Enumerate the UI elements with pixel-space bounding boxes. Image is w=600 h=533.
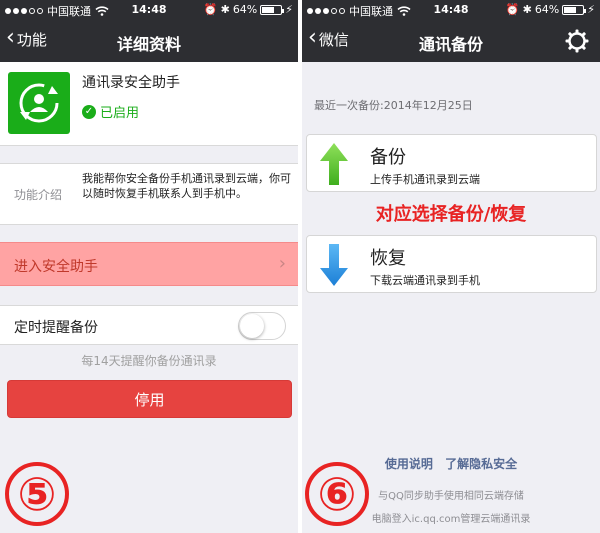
app-header: 通讯录安全助手 ✓ 已启用 <box>0 62 298 146</box>
status-bar: 中国联通 14:48 ⏰ ✱ 64% ⚡ <box>0 0 298 20</box>
arrow-down-icon <box>320 244 348 286</box>
last-backup-date: 最近一次备份:2014年12月25日 <box>314 99 473 112</box>
restore-button[interactable]: 恢复 下载云端通讯录到手机 <box>306 235 597 293</box>
battery-icon <box>562 4 587 15</box>
annotation-text: 对应选择备份/恢复 <box>375 204 527 225</box>
privacy-link[interactable]: 了解隐私安全 <box>445 457 517 471</box>
reminder-toggle[interactable] <box>238 312 286 340</box>
backup-button[interactable]: 备份 上传手机通讯录到云端 <box>306 134 597 192</box>
usage-link[interactable]: 使用说明 <box>385 457 433 471</box>
charging-icon: ⚡ <box>587 3 595 16</box>
battery-percent: 64% <box>534 3 560 16</box>
intro-section: 功能介绍 我能帮你安全备份手机通讯录到云端，你可以随时恢复手机联系人到手机中。 <box>0 163 298 225</box>
page-title: 通讯备份 <box>418 35 483 54</box>
status-badge: ✓ 已启用 <box>82 102 139 121</box>
contacts-sync-icon <box>8 72 70 134</box>
backup-screen: 中国联通 14:48 ⏰ ✱ 64% ⚡ ‹ 微信 通讯备份 最近一次备份:20… <box>302 0 600 533</box>
restore-subtitle: 下载云端通讯录到手机 <box>370 274 480 287</box>
step-number: ⑤ <box>5 462 69 526</box>
nav-bar: ‹ 微信 通讯备份 <box>302 20 600 62</box>
alarm-icon: ⏰ <box>505 3 520 16</box>
intro-text: 我能帮你安全备份手机通讯录到云端，你可以随时恢复手机联系人到手机中。 <box>82 172 291 200</box>
restore-title: 恢复 <box>370 248 406 269</box>
enter-assistant-label: 进入安全助手 <box>14 259 98 275</box>
nav-bar: ‹ 功能 详细资料 <box>0 20 298 62</box>
charging-icon: ⚡ <box>285 3 293 16</box>
detail-screen: 中国联通 14:48 ⏰ ✱ 64% ⚡ ‹ 功能 详细资料 通讯录安全助手 ✓… <box>0 0 298 533</box>
bluetooth-icon: ✱ <box>220 3 230 16</box>
status-bar: 中国联通 14:48 ⏰ ✱ 64% ⚡ <box>302 0 600 20</box>
alarm-icon: ⏰ <box>203 3 218 16</box>
enter-assistant-row[interactable]: 进入安全助手 › <box>0 242 298 286</box>
check-icon: ✓ <box>82 104 96 119</box>
chevron-right-icon: › <box>278 253 286 274</box>
status-text: 已启用 <box>100 106 140 121</box>
step-number: ⑥ <box>305 462 369 526</box>
battery-percent: 64% <box>232 3 258 16</box>
scheduled-reminder-row: 定时提醒备份 <box>0 305 298 345</box>
page-title: 详细资料 <box>116 35 181 54</box>
backup-title: 备份 <box>370 147 406 168</box>
arrow-up-icon <box>320 143 348 185</box>
battery-icon <box>260 4 285 15</box>
bluetooth-icon: ✱ <box>522 3 532 16</box>
backup-subtitle: 上传手机通讯录到云端 <box>370 173 480 186</box>
disable-button[interactable]: 停用 <box>7 380 292 418</box>
intro-label: 功能介绍 <box>14 188 63 202</box>
reminder-label: 定时提醒备份 <box>14 320 98 336</box>
app-name: 通讯录安全助手 <box>82 75 180 91</box>
gear-icon[interactable] <box>564 28 590 54</box>
reminder-hint: 每14天提醒你备份通讯录 <box>81 354 217 368</box>
